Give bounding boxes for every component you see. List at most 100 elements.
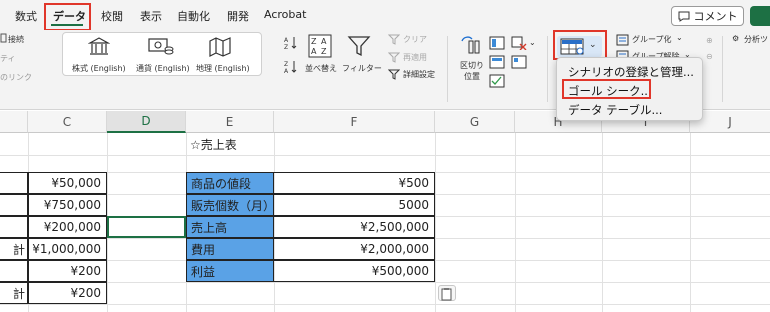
sort-icon: ZA AZ (308, 34, 332, 58)
connections-label[interactable]: 接続 (8, 34, 24, 45)
value-quantity[interactable]: 5000 (273, 194, 435, 216)
consolidate-dropdown[interactable]: ⌄ (529, 38, 536, 47)
title-cell[interactable]: ☆売上表 (186, 133, 274, 155)
svg-text:A: A (284, 37, 289, 44)
text-to-columns-icon (461, 36, 480, 54)
column-header-d[interactable]: D (107, 111, 186, 133)
sort-ascending-icon[interactable]: AZ (284, 36, 298, 50)
ribbon-separator (447, 36, 448, 102)
comment-label: コメント (693, 10, 738, 23)
stocks-icon (88, 37, 110, 55)
svg-text:Z: Z (284, 61, 288, 68)
gridline (690, 133, 691, 312)
gridline (0, 304, 770, 305)
label-profit[interactable]: 利益 (186, 260, 274, 282)
comment-icon (678, 11, 689, 22)
tab-view[interactable]: 表示 (140, 8, 162, 24)
consolidate-icon[interactable] (511, 36, 527, 50)
cell-b-1[interactable] (0, 172, 28, 194)
value-profit[interactable]: ¥500,000 (273, 260, 435, 282)
split-label-1[interactable]: 区切り (460, 60, 484, 71)
reapply-button[interactable]: 再適用 (403, 52, 427, 63)
svg-text:Z: Z (284, 44, 288, 50)
advanced-filter-icon (388, 69, 400, 80)
active-cell[interactable] (107, 216, 186, 238)
reapply-icon (388, 52, 400, 63)
svg-text:Z: Z (321, 47, 327, 56)
cell-b-3[interactable] (0, 216, 28, 238)
gridline (0, 155, 770, 156)
column-header-b[interactable] (0, 111, 28, 133)
paste-options-button[interactable] (438, 285, 456, 301)
ribbon-separator-3 (722, 36, 723, 102)
properties-label: ティ (0, 54, 16, 63)
svg-text:A: A (284, 68, 289, 74)
column-header-e[interactable]: E (186, 111, 274, 133)
connections-icon (0, 33, 7, 43)
share-button[interactable] (750, 6, 770, 26)
filter-icon (347, 36, 371, 57)
hide-detail-icon[interactable]: ⊖ (706, 52, 713, 61)
column-header-c[interactable]: C (28, 111, 107, 133)
show-detail-icon[interactable]: ⊕ (706, 36, 713, 45)
label-quantity[interactable]: 販売個数（月） (186, 194, 274, 216)
sort-button[interactable]: 並べ替え (305, 63, 337, 74)
menu-item-data-table[interactable]: データ テーブル... (568, 102, 662, 118)
cell-c-3[interactable]: ¥200,000 (28, 216, 107, 238)
geography-label[interactable]: 地理 (English) (196, 63, 250, 74)
cell-b-6[interactable]: 計 (0, 282, 28, 304)
tab-automate[interactable]: 自動化 (177, 8, 210, 24)
advanced-button[interactable]: 詳細設定 (403, 69, 435, 80)
gridline (602, 133, 603, 312)
clipboard-icon (441, 288, 452, 301)
stocks-label[interactable]: 株式 (English) (72, 63, 126, 74)
geography-icon (209, 37, 231, 57)
group-chevron-icon[interactable]: ⌄ (676, 33, 683, 42)
gridline (0, 282, 770, 283)
cell-c-6[interactable]: ¥200 (28, 282, 107, 304)
column-header-f[interactable]: F (274, 111, 435, 133)
currencies-icon (148, 38, 174, 55)
cell-c-5[interactable]: ¥200 (28, 260, 107, 282)
cell-b-5[interactable] (0, 260, 28, 282)
data-validation-icon[interactable] (489, 74, 505, 88)
group-icon (616, 34, 629, 46)
menu-item-scenario-manager[interactable]: シナリオの登録と管理... (568, 64, 694, 80)
edit-links-label: のリンク (0, 73, 32, 82)
ribbon-tabs-bar: 数式 データ 校閲 表示 自動化 開発 Acrobat コメント (0, 0, 770, 30)
tab-review[interactable]: 校閲 (101, 8, 123, 24)
cell-c-1[interactable]: ¥50,000 (28, 172, 107, 194)
svg-text:Z: Z (311, 37, 317, 46)
tab-acrobat[interactable]: Acrobat (264, 8, 306, 21)
relationships-icon[interactable] (511, 55, 527, 69)
gridline (515, 133, 516, 312)
gridline (435, 133, 436, 312)
group-button[interactable]: グループ化 (632, 34, 672, 45)
analysis-tools-button[interactable]: 分析ツ (744, 34, 768, 45)
column-header-g[interactable]: G (435, 111, 515, 133)
value-cost[interactable]: ¥2,000,000 (273, 238, 435, 260)
clear-button[interactable]: クリア (403, 34, 427, 45)
filter-button[interactable]: フィルター (342, 63, 382, 74)
cell-c-4[interactable]: ¥1,000,000 (28, 238, 107, 260)
goal-seek-highlight (562, 79, 651, 99)
tab-developer[interactable]: 開発 (227, 8, 249, 24)
flash-fill-icon[interactable] (489, 36, 505, 50)
label-price[interactable]: 商品の値段 (186, 172, 274, 194)
cell-c-2[interactable]: ¥750,000 (28, 194, 107, 216)
value-revenue[interactable]: ¥2,500,000 (273, 216, 435, 238)
cell-b-2[interactable] (0, 194, 28, 216)
remove-duplicates-icon[interactable] (489, 55, 505, 69)
sort-descending-icon[interactable]: ZA (284, 60, 298, 74)
label-cost[interactable]: 費用 (186, 238, 274, 260)
comment-button[interactable]: コメント (671, 6, 744, 26)
value-price[interactable]: ¥500 (273, 172, 435, 194)
what-if-button-highlight (553, 30, 607, 60)
cell-b-4[interactable]: 計 (0, 238, 28, 260)
tab-formulas[interactable]: 数式 (15, 8, 37, 24)
label-revenue[interactable]: 売上高 (186, 216, 274, 238)
currencies-label[interactable]: 通貨 (English) (136, 63, 190, 74)
split-label-2[interactable]: 位置 (464, 71, 480, 82)
svg-text:A: A (321, 37, 327, 46)
ribbon-separator-2 (547, 36, 548, 102)
